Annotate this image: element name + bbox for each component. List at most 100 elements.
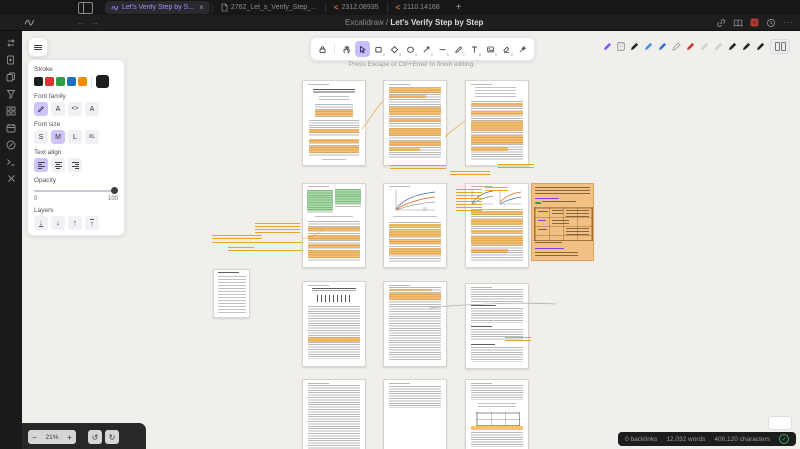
opacity-slider[interactable] — [34, 187, 118, 195]
files-icon[interactable] — [6, 72, 16, 82]
close-icon[interactable] — [7, 174, 16, 183]
disabled-pen-icon[interactable] — [700, 42, 709, 51]
script-icon[interactable] — [617, 42, 625, 51]
black-pen-icon[interactable] — [630, 42, 639, 51]
redo-button[interactable]: ↻ — [105, 430, 119, 444]
font-size-xl-button[interactable]: XL — [85, 130, 99, 144]
sidebar-toggle-icon[interactable] — [78, 2, 93, 14]
align-left-button[interactable] — [34, 158, 48, 172]
image-tool-button[interactable]: 9 — [483, 41, 498, 57]
send-to-back-button[interactable]: ↓ — [34, 216, 48, 230]
eraser-tool-button[interactable]: 0 — [499, 41, 514, 57]
diamond-tool-button[interactable]: 3 — [387, 41, 402, 57]
daily-note-icon[interactable] — [6, 123, 16, 133]
canvas-grid-icon[interactable] — [6, 106, 16, 116]
text-tool-button[interactable]: 8 — [467, 41, 482, 57]
paper-page[interactable] — [383, 281, 447, 367]
filter-icon[interactable] — [6, 89, 16, 99]
tab-2762-pdf[interactable]: 2762_Let_s_Verify_Step_... — [215, 1, 323, 14]
paper-page[interactable] — [302, 183, 366, 268]
send-backward-button[interactable]: ↓ — [51, 216, 65, 230]
purple-pen-icon[interactable] — [603, 42, 612, 51]
reading-view-icon[interactable] — [733, 18, 743, 28]
stroke-swatch-red[interactable] — [45, 77, 54, 86]
annotation-lines[interactable] — [212, 235, 262, 241]
active-stroke-swatch[interactable] — [96, 75, 109, 88]
zoom-in-button[interactable]: + — [63, 433, 76, 442]
font-code-button[interactable]: <> — [68, 102, 82, 116]
annotation-lines[interactable] — [228, 247, 254, 253]
font-size-m-button[interactable]: M — [51, 130, 65, 144]
paper-page[interactable] — [302, 281, 366, 367]
share-link-icon[interactable] — [716, 18, 726, 28]
font-hand-drawn-button[interactable] — [34, 102, 48, 116]
line-tool-button[interactable]: 6 — [435, 41, 450, 57]
stroke-swatch-black[interactable] — [34, 77, 43, 86]
lock-tool-button[interactable] — [315, 41, 330, 57]
opacity-knob[interactable] — [111, 187, 118, 194]
black-pen-icon[interactable] — [728, 42, 737, 51]
clock-icon[interactable] — [766, 18, 776, 28]
paper-page-small[interactable] — [213, 269, 250, 318]
rectangle-tool-button[interactable]: 2 — [371, 41, 386, 57]
draw-tool-button[interactable]: 7 — [451, 41, 466, 57]
bring-to-front-button[interactable]: ↑ — [85, 216, 99, 230]
stroke-swatch-orange[interactable] — [78, 77, 87, 86]
annotation-lines[interactable] — [450, 171, 490, 175]
new-tab-button[interactable]: + — [456, 2, 462, 13]
excalidraw-canvas[interactable]: 1 2 3 4 5 — [22, 31, 800, 449]
tab-2110-14168[interactable]: < 2110.14168 — [390, 1, 446, 14]
paper-page[interactable] — [465, 283, 529, 369]
stroke-swatch-blue[interactable] — [67, 77, 76, 86]
align-center-button[interactable] — [51, 158, 65, 172]
align-right-button[interactable] — [68, 158, 82, 172]
sync-check-icon[interactable]: ✓ — [779, 434, 789, 444]
paper-page[interactable] — [383, 183, 447, 268]
annotation-lines[interactable] — [390, 165, 446, 169]
paper-page[interactable] — [383, 80, 447, 166]
black-pen-icon[interactable] — [742, 42, 751, 51]
black-pen-icon[interactable] — [756, 42, 765, 51]
red-pen-icon[interactable] — [686, 42, 695, 51]
paper-page[interactable] — [302, 379, 366, 449]
tab-close-icon[interactable]: × — [199, 3, 204, 12]
paper-page[interactable] — [302, 80, 366, 166]
quick-switcher-icon[interactable] — [6, 38, 16, 48]
font-other-button[interactable]: A — [85, 102, 99, 116]
paper-page[interactable] — [465, 379, 529, 449]
bring-forward-button[interactable]: ↑ — [68, 216, 82, 230]
more-options-icon[interactable]: ··· — [783, 18, 794, 27]
stroke-swatch-green[interactable] — [56, 77, 65, 86]
new-drawing-icon[interactable] — [6, 140, 16, 150]
menu-button[interactable] — [28, 37, 48, 57]
outline-pen-icon[interactable] — [672, 42, 681, 51]
arrow-tool-button[interactable]: 5 — [419, 41, 434, 57]
font-normal-button[interactable]: A — [51, 102, 65, 116]
blue-pencil-icon[interactable] — [644, 42, 653, 51]
undo-button[interactable]: ↺ — [88, 430, 102, 444]
backlinks-count[interactable]: 0 backlinks — [625, 436, 657, 443]
scroll-corner-handle[interactable] — [768, 416, 792, 430]
zoom-out-button[interactable]: − — [28, 433, 41, 442]
nav-forward-button[interactable]: → — [90, 17, 99, 27]
blue-pen-icon[interactable] — [658, 42, 667, 51]
new-note-icon[interactable] — [6, 55, 16, 65]
paper-page[interactable] — [465, 80, 529, 166]
hand-tool-button[interactable] — [339, 41, 354, 57]
tab-2312-08935[interactable]: < 2312.08935 — [328, 1, 385, 14]
library-button[interactable] — [770, 39, 790, 54]
ellipse-tool-button[interactable]: 4 — [403, 41, 418, 57]
summary-note-card[interactable] — [531, 183, 594, 261]
word-count[interactable]: 12,032 words — [666, 436, 705, 443]
annotation-lines[interactable] — [456, 189, 482, 213]
annotation-lines[interactable] — [505, 337, 531, 342]
record-icon[interactable] — [750, 18, 759, 27]
selection-tool-button[interactable]: 1 — [355, 41, 370, 57]
disabled-pen-icon[interactable] — [714, 42, 723, 51]
font-size-s-button[interactable]: S — [34, 130, 48, 144]
annotation-lines[interactable] — [255, 223, 300, 234]
paper-page[interactable] — [383, 379, 447, 449]
annotation-lines[interactable] — [498, 164, 534, 168]
character-count[interactable]: 406,120 characters — [714, 436, 770, 443]
tab-lets-verify[interactable]: Let's Verify Step by S... × — [105, 1, 210, 14]
